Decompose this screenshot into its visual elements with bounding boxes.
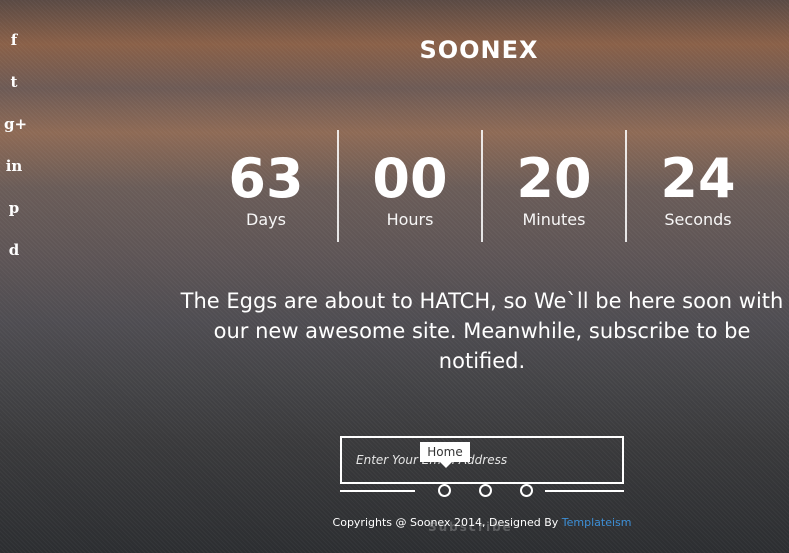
dribbble-icon[interactable]: d	[4, 240, 24, 260]
days-label: Days	[246, 210, 286, 229]
hours-label: Hours	[386, 210, 434, 229]
seconds-label: Seconds	[664, 210, 732, 229]
footer: Copyrights @ Soonex 2014, Designed By Te…	[0, 516, 789, 529]
hours-value: 00	[372, 147, 448, 210]
divider-left	[340, 490, 415, 492]
slider-dot[interactable]	[520, 484, 533, 497]
footer-link[interactable]: Templateism	[562, 516, 632, 529]
minutes-label: Minutes	[522, 210, 586, 229]
launch-message: The Eggs are about to HATCH, so We`ll be…	[180, 289, 784, 373]
email-input[interactable]	[342, 438, 622, 482]
social-links: f t g+ in p d	[4, 30, 27, 282]
slider-dot[interactable]	[438, 484, 451, 497]
google-plus-icon[interactable]: g+	[4, 114, 27, 134]
slider-dot[interactable]	[479, 484, 492, 497]
pinterest-icon[interactable]: p	[4, 198, 24, 218]
countdown-minutes: 20 Minutes	[481, 130, 625, 242]
countdown: 63 Days 00 Hours 20 Minutes 24 Seconds	[195, 130, 769, 242]
seconds-value: 24	[660, 147, 736, 210]
footer-text: Copyrights @ Soonex 2014, Designed By	[332, 516, 562, 529]
home-tooltip: Home	[420, 442, 470, 468]
slider-dots	[438, 484, 533, 497]
divider-right	[545, 490, 624, 492]
countdown-seconds: 24 Seconds	[625, 130, 769, 242]
days-value: 63	[228, 147, 304, 210]
linkedin-icon[interactable]: in	[4, 156, 24, 176]
minutes-value: 20	[516, 147, 592, 210]
subscribe-form	[340, 436, 624, 484]
twitter-icon[interactable]: t	[4, 72, 24, 92]
countdown-days: 63 Days	[195, 130, 337, 242]
countdown-hours: 00 Hours	[337, 130, 481, 242]
site-logo: SOONEX	[419, 36, 539, 64]
